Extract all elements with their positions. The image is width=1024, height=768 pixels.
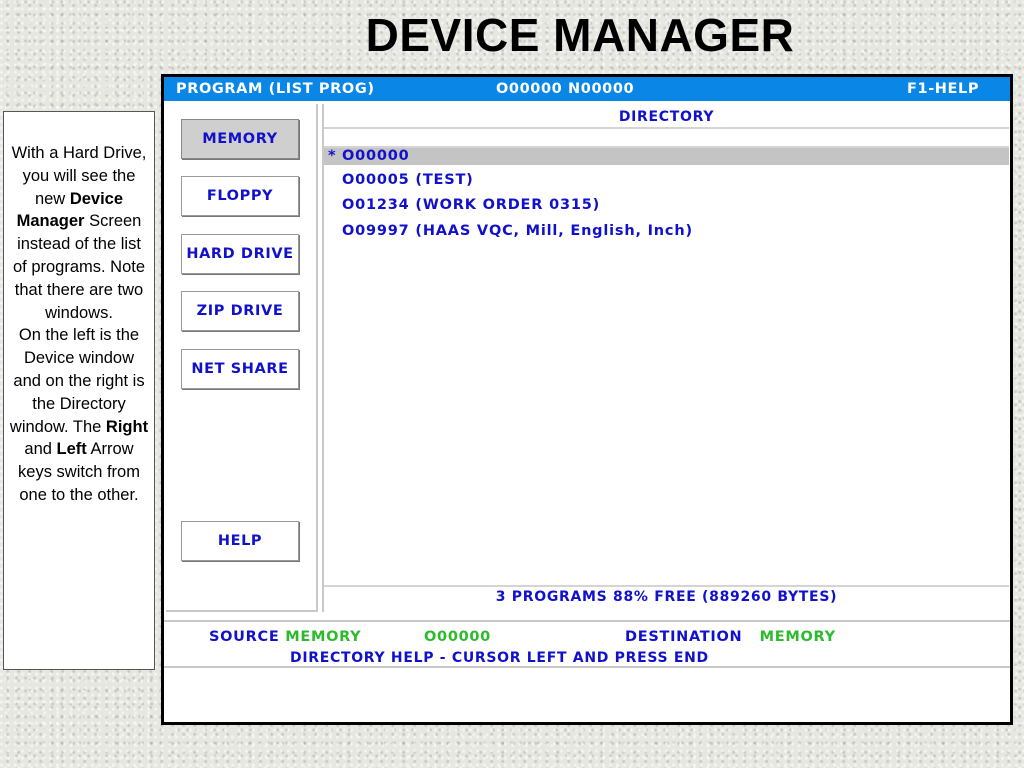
program-entry: O00000: [342, 148, 410, 164]
destination-label: DESTINATION: [625, 629, 743, 645]
cnc-screen: PROGRAM (LIST PROG) O00000 N00000 F1-HEL…: [161, 74, 1013, 725]
directory-row[interactable]: O00005 (TEST): [324, 169, 1009, 191]
program-entry: O00005 (TEST): [342, 172, 474, 188]
device-button-help[interactable]: HELP: [181, 521, 299, 561]
note-text-and: and: [24, 440, 52, 459]
source-value: MEMORY: [285, 629, 362, 645]
f1-help-label[interactable]: F1-HELP: [907, 77, 979, 101]
device-button-floppy[interactable]: FLOPPY: [181, 176, 299, 216]
directory-separator: [324, 127, 1009, 129]
directory-window[interactable]: DIRECTORY * O00000 O00005 (TEST) O01234 …: [322, 104, 1009, 612]
program-number: O00000 N00000: [496, 81, 635, 97]
program-entry: O09997 (HAAS VQC, Mill, English, Inch): [342, 223, 693, 239]
selection-marker: *: [328, 148, 337, 164]
directory-help-text: DIRECTORY HELP - CURSOR LEFT AND PRESS E…: [290, 650, 709, 666]
status-source: SOURCE MEMORY: [209, 629, 361, 645]
top-status-bar: PROGRAM (LIST PROG) O00000 N00000 F1-HEL…: [164, 77, 1010, 101]
directory-summary: 3 PROGRAMS 88% FREE (889260 BYTES): [495, 589, 838, 605]
program-entry: O01234 (WORK ORDER 0315): [342, 197, 601, 213]
source-label: SOURCE: [209, 629, 280, 645]
device-button-net-share[interactable]: NET SHARE: [181, 349, 299, 389]
explanation-note: With a Hard Drive, you will see the new …: [3, 111, 155, 670]
status-separator: [164, 620, 1010, 622]
note-bold-left: Left: [56, 440, 87, 459]
slide-title: DEVICE MANAGER: [365, 9, 795, 61]
directory-title: DIRECTORY: [618, 109, 715, 125]
device-button-zip-drive[interactable]: ZIP DRIVE: [181, 291, 299, 331]
source-program: O00000: [424, 629, 491, 645]
directory-footer-separator: [324, 585, 1009, 587]
destination-value: MEMORY: [759, 629, 836, 645]
directory-row[interactable]: O01234 (WORK ORDER 0315): [324, 194, 1009, 216]
status-destination: DESTINATION MEMORY: [625, 629, 836, 645]
status-separator: [164, 666, 1010, 668]
directory-row[interactable]: O09997 (HAAS VQC, Mill, English, Inch): [324, 220, 1009, 242]
device-window[interactable]: MEMORY FLOPPY HARD DRIVE ZIP DRIVE NET S…: [166, 104, 318, 612]
note-bold-right: Right: [105, 417, 149, 436]
mode-label: PROGRAM (LIST PROG): [176, 81, 375, 97]
directory-row-selected[interactable]: * O00000: [324, 148, 1009, 165]
device-button-memory[interactable]: MEMORY: [181, 119, 299, 159]
device-button-hard-drive[interactable]: HARD DRIVE: [181, 234, 299, 274]
